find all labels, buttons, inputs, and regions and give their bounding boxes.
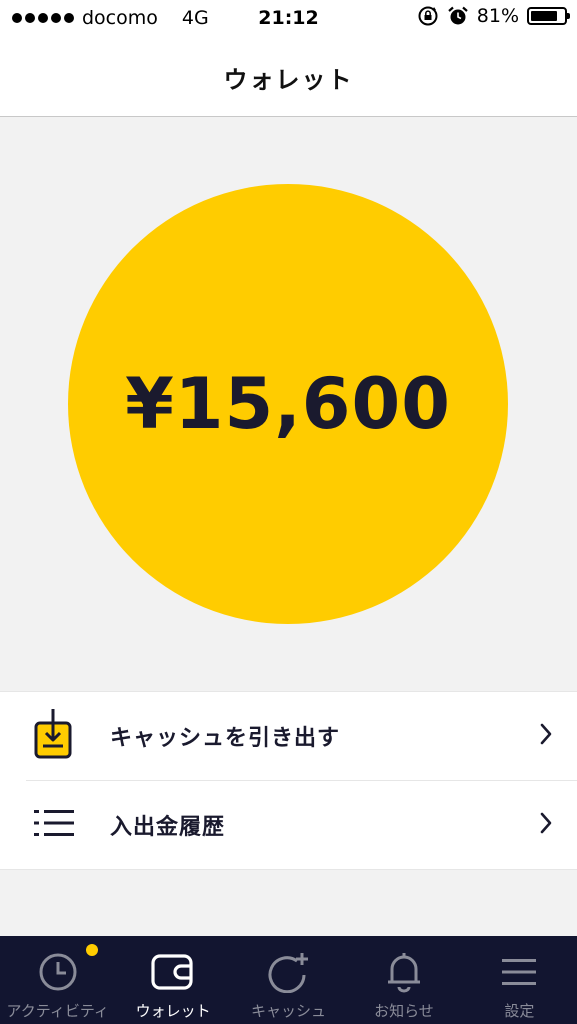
tab-label: キャッシュ	[251, 1002, 327, 1020]
status-right: 81%	[417, 5, 570, 27]
list-icon	[34, 807, 74, 843]
balance-amount: ¥15,600	[125, 363, 451, 445]
balance-circle: ¥15,600	[68, 184, 508, 624]
withdraw-icon	[34, 709, 72, 763]
tab-label: 設定	[504, 1002, 535, 1020]
status-bar: docomo 4G 21:12 81%	[0, 0, 577, 38]
cash-add-icon	[267, 950, 311, 994]
wallet-icon	[151, 950, 195, 994]
tab-notifications[interactable]: お知らせ	[346, 936, 461, 1024]
transaction-history-label: 入出金履歴	[110, 815, 226, 840]
tab-label: お知らせ	[374, 1002, 434, 1020]
tab-bar: アクティビティ ウォレット キャッシュ お知らせ 設定	[0, 936, 577, 1024]
battery-icon	[527, 7, 570, 25]
tab-label: アクティビティ	[6, 1002, 109, 1020]
navigation-bar: ウォレット	[0, 38, 577, 117]
transaction-history-row[interactable]: 入出金履歴	[26, 780, 577, 869]
battery-percent: 81%	[476, 5, 519, 27]
alarm-icon	[448, 6, 468, 25]
tab-wallet[interactable]: ウォレット	[115, 936, 230, 1024]
tab-cash[interactable]: キャッシュ	[231, 936, 346, 1024]
chevron-right-icon	[539, 811, 553, 839]
bell-icon	[384, 950, 424, 994]
withdraw-cash-row[interactable]: キャッシュを引き出す	[0, 692, 577, 780]
notification-badge	[86, 944, 98, 956]
tab-label: ウォレット	[135, 1002, 211, 1020]
tab-activity[interactable]: アクティビティ	[0, 936, 115, 1024]
chevron-right-icon	[539, 722, 553, 750]
menu-icon	[501, 950, 537, 994]
rotation-lock-icon	[418, 6, 438, 26]
withdraw-cash-label: キャッシュを引き出す	[110, 726, 341, 751]
wallet-menu: キャッシュを引き出す 入出金履歴	[0, 691, 577, 870]
page-title: ウォレット	[223, 65, 354, 94]
tab-settings[interactable]: 設定	[462, 936, 577, 1024]
clock-icon	[38, 950, 78, 994]
